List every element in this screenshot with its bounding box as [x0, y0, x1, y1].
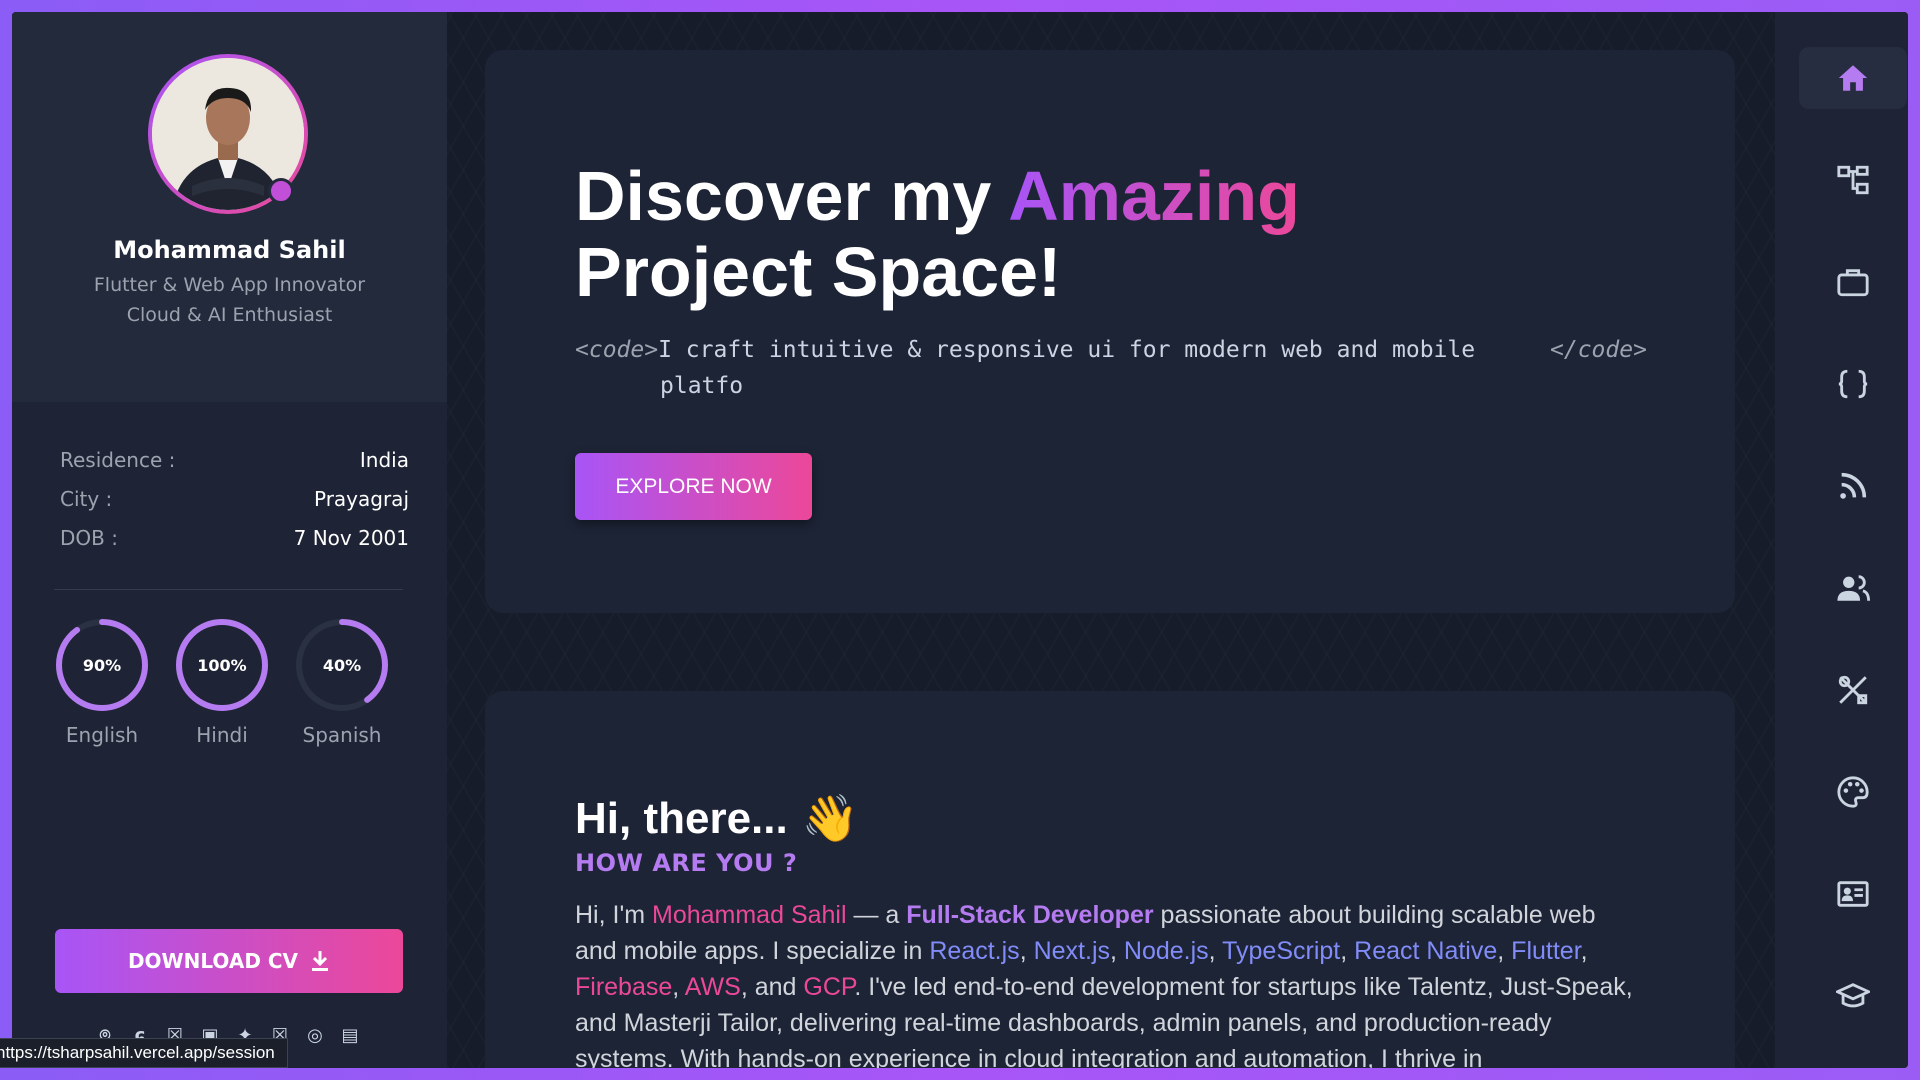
nav-design[interactable]: [1799, 761, 1907, 823]
tech-react-native: React Native: [1354, 937, 1498, 965]
bio-sep: ,: [1497, 937, 1512, 965]
language-hindi: 100% Hindi: [174, 617, 294, 747]
bio-sep: ,: [1019, 937, 1034, 965]
tech-react: React.js: [929, 937, 1020, 965]
greeting-subtitle: HOW ARE YOU ?: [575, 849, 798, 877]
language-percent: 40%: [322, 655, 362, 675]
info-value: India: [359, 447, 409, 472]
download-cv-button[interactable]: DOWNLOAD CV: [55, 929, 403, 993]
divider: [54, 589, 403, 590]
profile-card: Mohammad Sahil Flutter & Web App Innovat…: [12, 12, 447, 402]
info-value: Prayagraj: [313, 486, 409, 511]
hero-title-text: Project Space!: [575, 233, 1062, 311]
right-navigation: [1775, 12, 1908, 1068]
bio-paragraph: Hi, I'm Mohammad Sahil — a Full-Stack De…: [575, 897, 1635, 1068]
info-row-dob: DOB : 7 Nov 2001: [60, 518, 409, 557]
nav-blog[interactable]: [1799, 455, 1907, 517]
info-row-city: City : Prayagraj: [60, 479, 409, 518]
sitemap-icon: [1837, 165, 1869, 195]
tech-gcp: GCP: [803, 973, 855, 1001]
info-row-residence: Residence : India: [60, 440, 409, 479]
bio-sep: , and: [740, 973, 804, 1001]
rss-icon: [1840, 472, 1867, 499]
code-close-tag: </code>: [1550, 337, 1647, 363]
nav-contact[interactable]: [1799, 863, 1907, 925]
info-label: DOB :: [60, 525, 118, 550]
language-spanish: 40% Spanish: [294, 617, 414, 747]
bio-text: — a: [846, 901, 907, 929]
waving-hand-icon: 👋: [801, 792, 859, 844]
bio-sep: ,: [672, 973, 685, 1001]
contact-card-icon: [1837, 881, 1869, 907]
personal-info: Residence : India City : Prayagraj DOB :…: [60, 440, 409, 557]
language-english: 90% English: [54, 617, 174, 747]
bio-text: Hi, I'm: [575, 901, 652, 929]
tech-next: Next.js: [1033, 937, 1110, 965]
profile-name: Mohammad Sahil: [113, 236, 346, 264]
bio-sep: ,: [1340, 937, 1355, 965]
hero-title: Discover my Amazing Project Space!: [575, 158, 1300, 310]
app-frame: Mohammad Sahil Flutter & Web App Innovat…: [12, 12, 1908, 1068]
nav-home[interactable]: [1799, 47, 1907, 109]
graduation-cap-icon: [1836, 983, 1870, 1008]
nav-projects[interactable]: [1799, 149, 1907, 211]
greeting-text: Hi, there...: [575, 793, 788, 843]
language-name: Spanish: [302, 723, 382, 747]
nav-skills[interactable]: [1799, 659, 1907, 721]
bio-sep: ,: [1580, 937, 1588, 965]
users-icon: [1837, 575, 1870, 601]
profile-tagline: Cloud & AI Enthusiast: [126, 304, 333, 326]
language-name: Hindi: [196, 723, 248, 747]
language-percent: 100%: [197, 655, 247, 675]
tech-node: Node.js: [1123, 937, 1209, 965]
info-value: 7 Nov 2001: [293, 525, 409, 550]
bio-sep: ,: [1208, 937, 1223, 965]
download-icon: [312, 951, 329, 971]
code-text: I craft intuitive & responsive ui for mo…: [658, 337, 1476, 363]
nav-education[interactable]: [1799, 965, 1907, 1027]
tech-flutter: Flutter: [1511, 937, 1581, 965]
main-content: Discover my Amazing Project Space! <code…: [447, 12, 1775, 1068]
hero-code-text: <code>I craft intuitive & responsive ui …: [575, 332, 1695, 404]
code-braces-icon: [1838, 369, 1868, 399]
briefcase-icon: [1837, 269, 1869, 297]
bio-role: Full-Stack Developer: [906, 901, 1154, 929]
nav-about[interactable]: [1799, 557, 1907, 619]
tech-typescript: TypeScript: [1222, 937, 1341, 965]
explore-now-button[interactable]: EXPLORE NOW: [575, 453, 812, 520]
about-card: Hi, there... 👋 HOW ARE YOU ? Hi, I'm Moh…: [485, 691, 1735, 1068]
online-status-dot: [268, 178, 294, 204]
hero-title-highlight: Amazing: [1008, 157, 1300, 235]
profile-sidebar: Mohammad Sahil Flutter & Web App Innovat…: [12, 12, 447, 1068]
language-name: English: [65, 723, 139, 747]
home-icon: [1838, 65, 1868, 91]
info-label: City :: [60, 486, 113, 511]
language-skills: 90% English 100% Hindi 40% Spanish: [54, 617, 414, 747]
palette-icon: [1837, 776, 1869, 808]
status-bar-url: https://tsharpsahil.vercel.app/session: [0, 1038, 288, 1068]
hero-card: Discover my Amazing Project Space! <code…: [485, 50, 1735, 613]
info-label: Residence :: [60, 447, 176, 472]
tech-firebase: Firebase: [575, 973, 673, 1001]
language-percent: 90%: [82, 655, 122, 675]
download-cv-label: DOWNLOAD CV: [127, 949, 299, 973]
bio-name: Mohammad Sahil: [652, 901, 847, 929]
bio-sep: ,: [1110, 937, 1124, 965]
greeting-heading: Hi, there... 👋: [575, 791, 859, 846]
instagram-icon[interactable]: ◎: [304, 1024, 326, 1046]
facebook-icon[interactable]: ▤: [339, 1024, 361, 1046]
profile-tagline: Flutter & Web App Innovator: [93, 274, 366, 296]
code-open-tag: <code>: [575, 337, 659, 363]
tech-aws: AWS: [684, 973, 741, 1001]
hero-title-text: Discover my: [575, 157, 1009, 235]
nav-code[interactable]: [1799, 353, 1907, 415]
code-text: platfo: [660, 373, 744, 399]
tools-icon: [1838, 675, 1868, 705]
nav-portfolio[interactable]: [1799, 251, 1907, 313]
